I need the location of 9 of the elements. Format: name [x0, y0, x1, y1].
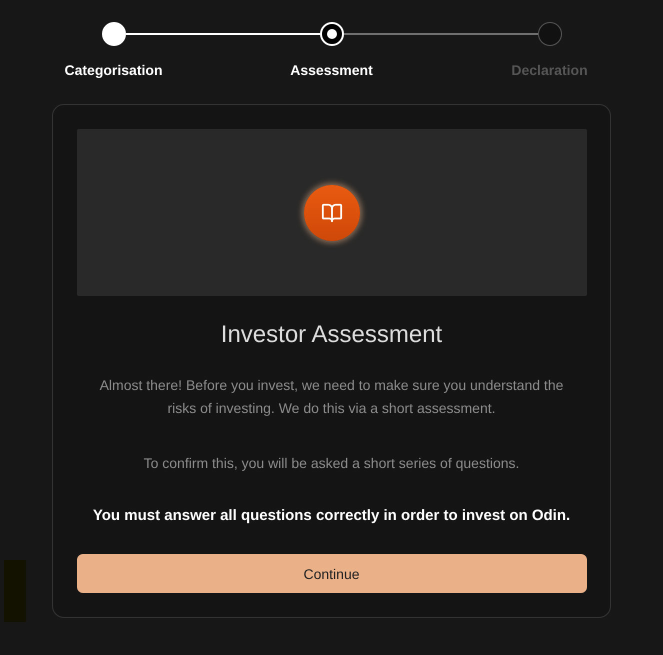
notice-text: You must answer all questions correctly in order to invest on Odin.	[92, 506, 570, 526]
intro-text: Almost there! Before you invest, we need to make sure you understand the risks of investing. We do this via a short assessment.	[98, 376, 564, 418]
card-title: Investor Assessment	[220, 320, 442, 350]
step-label: Declaration	[511, 61, 588, 79]
continue-button[interactable]: Continue	[76, 554, 586, 593]
intro-text: To confirm this, you will be asked a short series of questions.	[144, 454, 520, 473]
step-label: Assessment	[290, 61, 373, 79]
step-label: Categorisation	[64, 61, 162, 79]
book-icon	[304, 184, 360, 240]
